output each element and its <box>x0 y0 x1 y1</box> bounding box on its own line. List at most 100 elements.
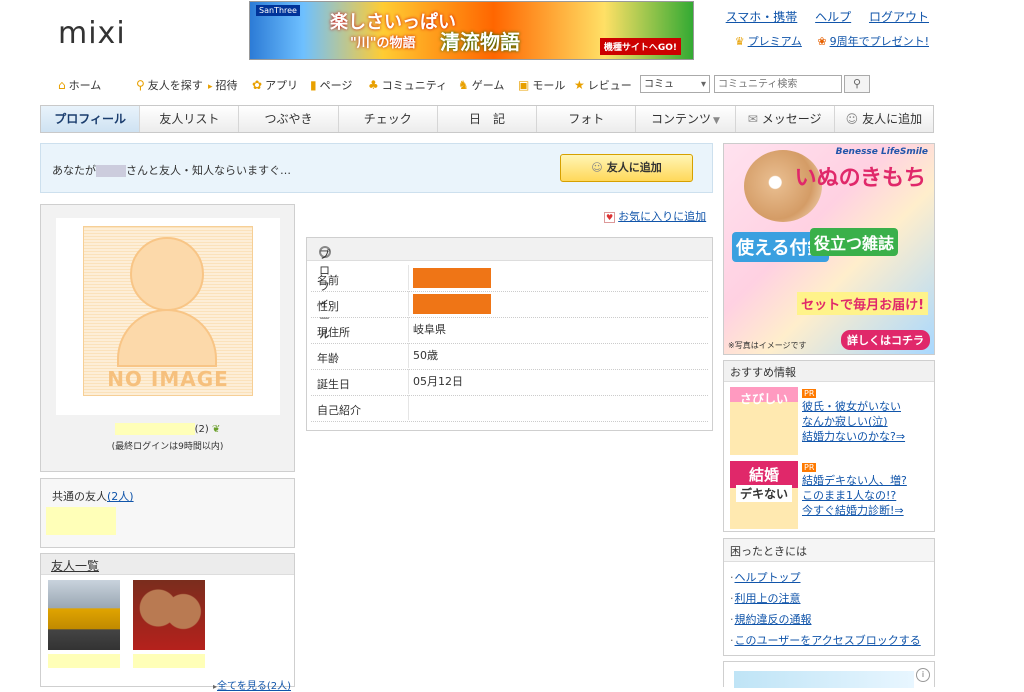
marriage-image: 結婚 デキない <box>730 461 798 529</box>
tab-tsubuyaki[interactable]: つぶやき <box>239 106 339 132</box>
magazine-ad[interactable]: Benesse LifeSmile いぬのきもち 使える付録 役立つ雑誌 セット… <box>723 143 935 355</box>
usage-notes-link[interactable]: 利用上の注意 <box>730 590 801 606</box>
premium-link[interactable]: プレミアム <box>735 35 802 48</box>
nav-find-friends[interactable]: ⚲ 友人を探す <box>136 77 203 93</box>
bottom-ad[interactable]: i <box>723 661 935 688</box>
nav-pages[interactable]: ▮ ページ <box>310 77 352 93</box>
anniversary-link[interactable]: 9周年でプレゼント! <box>817 35 929 48</box>
masked-friend-name[interactable] <box>48 654 120 668</box>
ad-tag-set: セットで毎月お届け! <box>797 292 928 315</box>
no-image-placeholder: NO IMAGE <box>83 226 253 396</box>
help-header: 困ったときには <box>724 539 934 562</box>
add-favorite-link[interactable]: ♥ お気に入りに追加 <box>604 208 706 224</box>
nav-community[interactable]: ♣ コミュニティ <box>368 77 447 93</box>
banner-line3: "川"の物語 <box>350 36 416 51</box>
bag-icon: ▣ <box>518 78 530 92</box>
tab-friend-list[interactable]: 友人リスト <box>140 106 240 132</box>
nav-game[interactable]: ♞ ゲーム <box>458 77 504 93</box>
list-item[interactable]: さびしい PR 彼氏・彼女がいない なんか寂しい(泣) 結婚力ないのかな?⇒ <box>728 385 932 457</box>
banner-line1: 楽しさいっぱい <box>330 12 456 33</box>
add-friend-button[interactable]: ☺ 友人に追加 <box>560 154 693 182</box>
tab-add-friend[interactable]: ☺ 友人に追加 <box>835 106 933 132</box>
page-icon: ▮ <box>310 78 317 92</box>
tab-profile[interactable]: プロフィール <box>41 106 141 132</box>
people-icon: ☺ <box>591 161 603 174</box>
game-icon: ♞ <box>458 78 469 92</box>
avatar-body <box>117 309 217 367</box>
see-all-friends-link[interactable]: ▸全てを見る(2人) <box>213 677 291 692</box>
recommend-title: おすすめ情報 <box>730 366 796 379</box>
table-row: 年齢 50歳 <box>311 343 708 370</box>
table-row: 誕生日 05月12日 <box>311 369 708 396</box>
last-login: (最終ログインは9時間以内) <box>111 442 224 452</box>
friend-photo-bears[interactable] <box>133 580 205 650</box>
tab-message[interactable]: ✉ メッセージ <box>736 106 835 132</box>
residence-value: 岐阜県 <box>408 317 708 342</box>
no-image-text: NO IMAGE <box>107 367 229 391</box>
pr-badge: PR <box>802 463 817 472</box>
masked-common-friend[interactable] <box>46 507 116 535</box>
banner-maker: SanThree <box>256 5 300 16</box>
recommend-header: おすすめ情報 <box>724 361 934 382</box>
star-icon: ★ <box>574 78 585 92</box>
tab-photo[interactable]: フォト <box>537 106 637 132</box>
nav-apps[interactable]: ✿ アプリ <box>252 77 298 93</box>
tab-diary[interactable]: 日 記 <box>438 106 538 132</box>
mixi-logo[interactable]: mixi <box>58 16 126 51</box>
common-friends-title: 共通の友人(2人) <box>52 490 134 503</box>
common-friends-count-link[interactable]: (2人) <box>107 490 134 503</box>
nav-mall[interactable]: ▣ モール <box>518 77 565 93</box>
table-row: 現住所 岐阜県 <box>311 317 708 344</box>
masked-friend-name[interactable] <box>133 654 205 668</box>
friend-photo-truck[interactable] <box>48 580 120 650</box>
heart-icon: ♥ <box>604 212 616 223</box>
pr-badge: PR <box>802 389 817 398</box>
tab-contents[interactable]: コンテンツ ▼ <box>636 106 736 132</box>
help-box: 困ったときには ヘルプトップ 利用上の注意 規約違反の通報 このユーザーをアクセ… <box>723 538 935 656</box>
masked-name-value <box>408 265 708 290</box>
top-banner-ad[interactable]: SanThree 楽しさいっぱい 清流物語 "川"の物語 機種サイトへGO! <box>249 1 694 60</box>
profile-table: プロフィール 名前 性別 現住所 岐阜県 年齢 50歳 誕生日 05月12日 自… <box>306 237 713 431</box>
masked-username <box>96 165 126 177</box>
logout-link[interactable]: ログアウト <box>869 10 929 24</box>
recommend-box: おすすめ情報 さびしい PR 彼氏・彼女がいない なんか寂しい(泣) 結婚力ない… <box>723 360 935 532</box>
mail-icon: ✉ <box>747 112 758 126</box>
tab-check[interactable]: チェック <box>339 106 438 132</box>
table-row: 性別 <box>311 291 708 318</box>
profile-tabs: プロフィール 友人リスト つぶやき チェック 日 記 フォト コンテンツ ▼ ✉ メ… <box>40 105 934 133</box>
community-icon: ♣ <box>368 78 379 92</box>
people-icon: ☺ <box>845 112 859 126</box>
block-user-link[interactable]: このユーザーをアクセスブロックする <box>730 632 921 648</box>
self-intro-value <box>408 395 708 420</box>
list-item[interactable]: 結婚 デキない PR 結婚デキない人、増? このまま1人なの!? 今すぐ結婚力診断… <box>728 459 932 531</box>
help-title: 困ったときには <box>730 545 807 558</box>
community-search-input[interactable] <box>714 75 842 93</box>
help-link[interactable]: ヘルプ <box>815 10 851 24</box>
info-icon[interactable]: i <box>916 668 930 682</box>
profile-photo[interactable]: NO IMAGE <box>56 218 280 415</box>
friend-list-title[interactable]: 友人一覧 <box>51 557 99 574</box>
home-icon: ⌂ <box>58 78 66 92</box>
avatar-head <box>130 237 204 311</box>
help-top-link[interactable]: ヘルプトップ <box>730 569 801 585</box>
table-row: 自己紹介 <box>311 395 708 422</box>
ad-brand: Benesse LifeSmile <box>835 147 928 157</box>
search-icon: ⚲ <box>852 77 862 90</box>
smartphone-link[interactable]: スマホ・携帯 <box>726 10 798 24</box>
nav-review[interactable]: ★ レビュー <box>574 77 632 93</box>
banner-cta: 機種サイトへGO! <box>599 38 681 55</box>
report-violation-link[interactable]: 規約違反の通報 <box>730 611 812 627</box>
common-friends-box: 共通の友人(2人) <box>40 478 295 548</box>
ad-cta: 詳しくはコチラ <box>841 330 930 350</box>
profile-table-header: プロフィール <box>307 238 712 341</box>
nickname-line: (2) ❦ <box>41 423 294 435</box>
chevron-down-icon: ▼ <box>712 116 720 126</box>
masked-gender-value <box>408 291 708 316</box>
ad-note: ※写真はイメージです <box>728 341 807 350</box>
nav-invite[interactable]: ▸ 招待 <box>208 77 238 93</box>
search-scope-select[interactable]: コミュ <box>640 75 710 94</box>
nav-home[interactable]: ⌂ ホーム <box>58 77 101 93</box>
search-button[interactable]: ⚲ <box>844 75 870 93</box>
apps-icon: ✿ <box>252 78 263 92</box>
sub-links: プレミアム 9周年でプレゼント! <box>723 33 929 49</box>
